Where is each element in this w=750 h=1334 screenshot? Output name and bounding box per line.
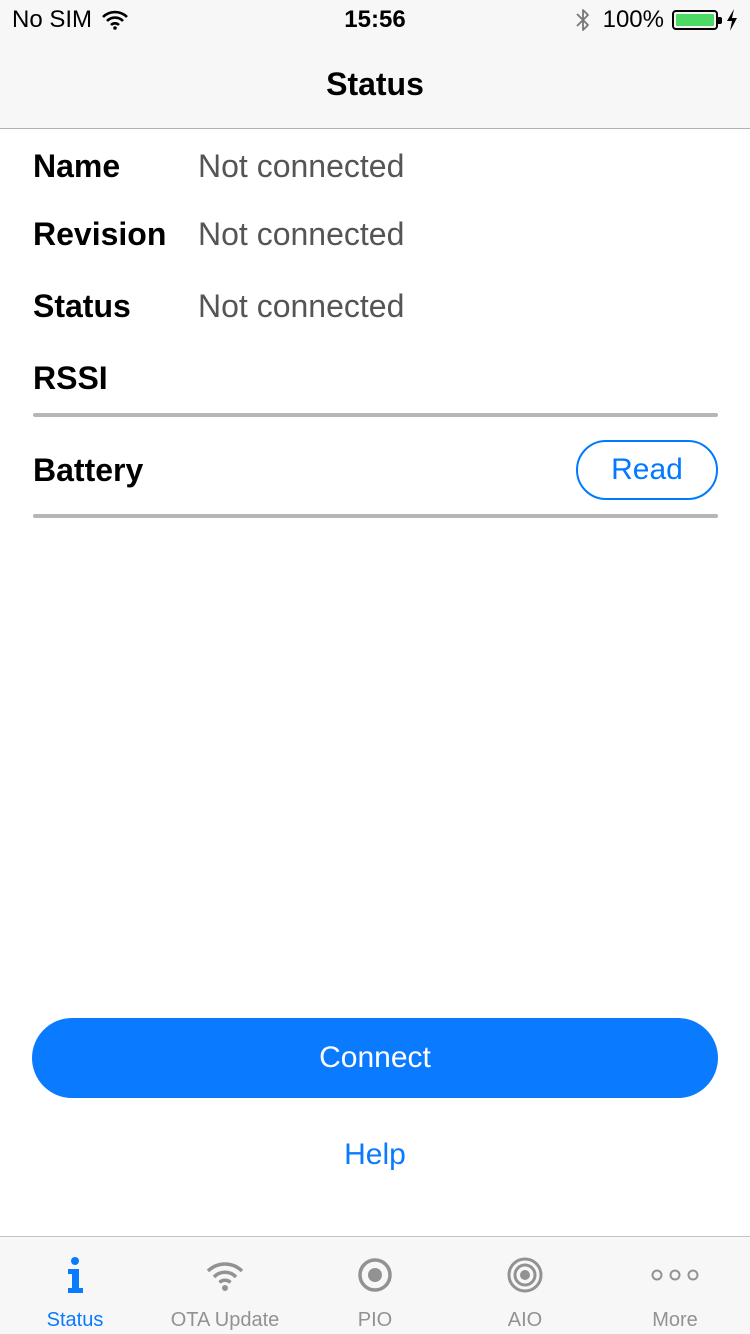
status-bar-right: 100%: [575, 6, 738, 34]
battery-nub: [718, 17, 722, 24]
row-label: Status: [33, 287, 131, 324]
battery-label: Battery: [33, 451, 144, 488]
wifi-icon: [206, 1262, 244, 1291]
tab-bar: Status OTA Update PIO AIO More: [0, 1236, 750, 1334]
radio-icon: [358, 1258, 392, 1292]
tab-more[interactable]: More: [600, 1237, 750, 1334]
battery-icon: [672, 10, 722, 30]
divider: [33, 413, 718, 417]
info-icon: [68, 1257, 83, 1293]
info-row-status: Status Not connected: [33, 276, 718, 336]
page-title: Status: [326, 66, 424, 102]
navigation-bar: Status: [0, 40, 750, 129]
tab-aio[interactable]: AIO: [450, 1237, 600, 1334]
row-label: Name: [33, 147, 121, 184]
more-icon: [651, 1269, 699, 1281]
tab-label: Status: [46, 1309, 104, 1331]
row-value: Not connected: [198, 215, 405, 252]
row-label: RSSI: [33, 359, 108, 396]
tab-status[interactable]: Status: [0, 1237, 150, 1334]
tab-label: PIO: [357, 1309, 393, 1331]
row-value: Not connected: [198, 147, 405, 184]
row-label: Revision: [33, 215, 167, 252]
tab-ota-update[interactable]: OTA Update: [150, 1237, 300, 1334]
help-link[interactable]: Help: [0, 1138, 750, 1172]
status-bar: No SIM 15:56 100%: [0, 0, 750, 40]
bluetooth-icon: [575, 9, 589, 31]
info-row-name: Name Not connected: [33, 136, 718, 196]
tab-label: More: [652, 1309, 698, 1331]
connect-button[interactable]: Connect: [32, 1018, 718, 1098]
info-row-revision: Revision Not connected: [33, 204, 718, 264]
battery-percent: 100%: [602, 6, 664, 33]
battery-fill: [676, 14, 714, 26]
tab-label: OTA Update: [170, 1309, 280, 1331]
charging-icon: [727, 9, 737, 31]
info-row-rssi: RSSI: [33, 348, 718, 408]
tab-pio[interactable]: PIO: [300, 1237, 450, 1334]
tab-label: AIO: [507, 1309, 543, 1331]
target-icon: [507, 1257, 543, 1293]
row-value: Not connected: [198, 287, 405, 324]
read-battery-button[interactable]: Read: [576, 440, 718, 500]
divider: [33, 514, 718, 518]
